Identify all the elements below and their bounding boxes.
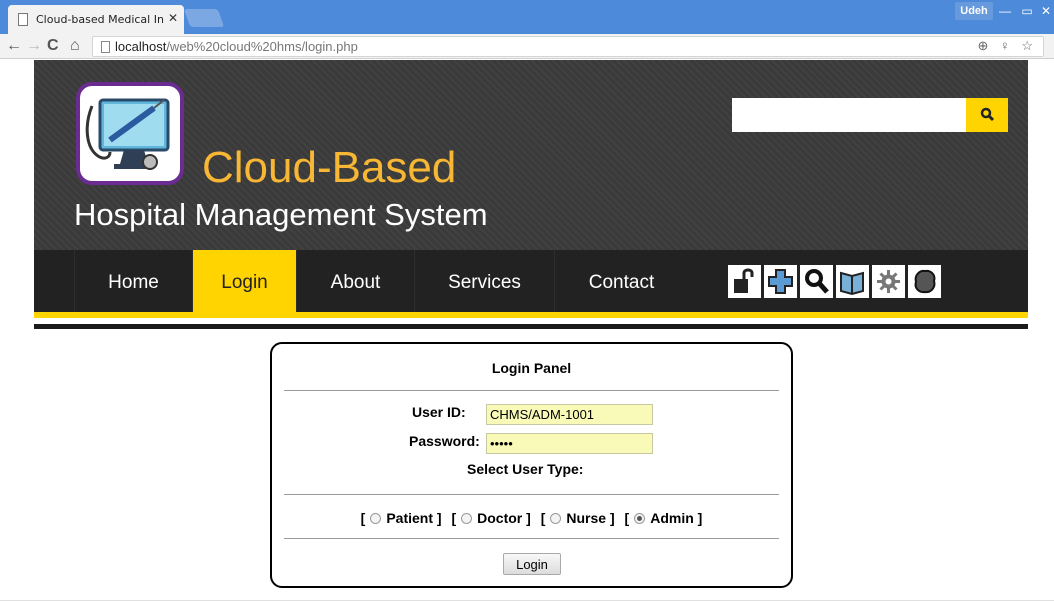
user-type-group: [ Patient ] [ Doctor ] [ Nurse ] [ Admin ]	[272, 510, 791, 526]
nav-contact[interactable]: Contact	[554, 250, 688, 312]
login-button[interactable]: Login	[503, 553, 561, 575]
book-icon[interactable]	[836, 265, 869, 298]
nav-services[interactable]: Services	[414, 250, 554, 312]
bracket-close: ]	[526, 510, 531, 526]
brand-title: Cloud-Based	[202, 143, 457, 192]
minimize-button[interactable]: —	[994, 2, 1016, 20]
reload-icon[interactable]: C	[47, 36, 59, 56]
site-header: Cloud-Based Hospital Management System	[34, 60, 1028, 250]
new-tab-button[interactable]	[183, 9, 225, 27]
bracket-open: [	[451, 510, 457, 526]
login-panel: Login Panel User ID: Password: Select Us…	[270, 342, 793, 588]
url-text[interactable]: localhost/web%20cloud%20hms/login.php	[115, 39, 358, 54]
forward-icon[interactable]: →	[26, 36, 42, 56]
profile-badge[interactable]: Udeh	[955, 2, 993, 20]
divider	[284, 390, 779, 391]
back-icon[interactable]: ←	[6, 36, 22, 56]
url-host: localhost	[115, 39, 167, 54]
search-icon	[980, 107, 995, 122]
address-bar-icons[interactable]: ⊕ ♀ ☆	[977, 38, 1037, 54]
bracket-close: ]	[609, 510, 615, 526]
nav-home[interactable]: Home	[74, 250, 192, 312]
brain-icon[interactable]	[908, 265, 941, 298]
radio-patient[interactable]	[370, 513, 382, 524]
bracket-close: ]	[697, 510, 703, 526]
login-panel-title: Login Panel	[491, 360, 572, 376]
page-viewport: Cloud-Based Hospital Management System H…	[0, 60, 1054, 601]
nav-underline	[34, 324, 1028, 329]
page-info-icon[interactable]	[101, 41, 110, 53]
user-type-label: Select User Type:	[467, 461, 584, 477]
radio-label-patient: Patient	[386, 510, 434, 526]
nav-about[interactable]: About	[296, 250, 414, 312]
monitor-stethoscope-syringe-icon	[85, 98, 170, 170]
logo	[76, 82, 184, 185]
unlock-icon[interactable]	[728, 265, 761, 298]
bracket-open: [	[540, 510, 546, 526]
address-bar[interactable]: localhost/web%20cloud%20hms/login.php ⊕ …	[92, 36, 1044, 57]
radio-label-nurse: Nurse	[566, 510, 607, 526]
url-path: /web%20cloud%20hms/login.php	[166, 39, 358, 54]
password-field[interactable]	[486, 433, 653, 454]
bracket-close: ]	[436, 510, 442, 526]
search-input[interactable]	[732, 98, 966, 132]
browser-tab[interactable]: Cloud-based Medical Infor ✕	[8, 5, 184, 34]
nav-login[interactable]: Login	[192, 250, 296, 312]
medical-cross-icon[interactable]	[764, 265, 797, 298]
browser-titlebar: Cloud-based Medical Infor ✕ Udeh — ▭ ✕	[0, 0, 1054, 34]
gear-icon[interactable]	[872, 265, 905, 298]
tab-title: Cloud-based Medical Infor	[36, 13, 164, 26]
radio-nurse[interactable]	[550, 513, 562, 524]
tab-close-icon[interactable]: ✕	[168, 11, 178, 25]
page-icon	[18, 13, 28, 26]
user-id-field[interactable]	[486, 404, 653, 425]
maximize-button[interactable]: ▭	[1016, 2, 1038, 20]
divider	[284, 494, 779, 495]
radio-label-doctor: Doctor	[477, 510, 523, 526]
home-icon[interactable]: ⌂	[70, 36, 80, 56]
browser-toolbar: ← → C ⌂ localhost/web%20cloud%20hms/logi…	[0, 34, 1054, 59]
bracket-open: [	[360, 510, 366, 526]
radio-doctor[interactable]	[461, 513, 473, 524]
close-window-button[interactable]: ✕	[1038, 2, 1054, 20]
divider	[284, 538, 779, 539]
user-type-nurse[interactable]: [ Nurse ]	[541, 510, 615, 526]
user-type-doctor[interactable]: [ Doctor ]	[451, 510, 530, 526]
search-button[interactable]	[966, 98, 1008, 132]
magnifier-icon[interactable]	[800, 265, 833, 298]
user-type-admin[interactable]: [ Admin ]	[625, 510, 703, 526]
brand-subtitle: Hospital Management System	[74, 197, 488, 232]
user-id-label: User ID:	[412, 404, 466, 420]
main-nav: Home Login About Services Contact	[34, 250, 1028, 318]
radio-admin[interactable]	[634, 513, 646, 524]
password-label: Password:	[409, 433, 480, 449]
bracket-open: [	[624, 510, 630, 526]
user-type-patient[interactable]: [ Patient ]	[361, 510, 442, 526]
radio-label-admin: Admin	[650, 510, 694, 526]
